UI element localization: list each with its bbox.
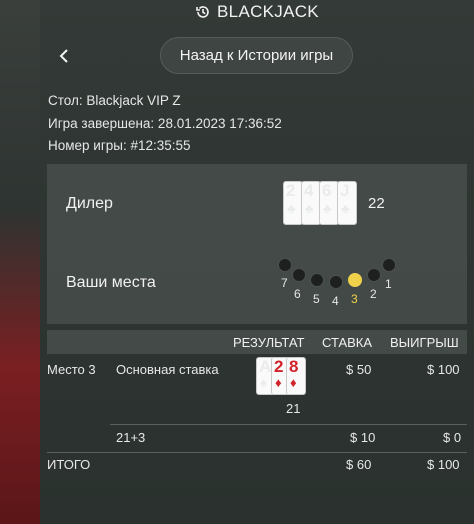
page-title: BLACKJACK	[217, 2, 319, 21]
card-suit: ♠	[260, 375, 267, 390]
seat-marker	[329, 275, 343, 289]
seat-number: 1	[385, 277, 392, 291]
seat-number-active: 3	[351, 292, 358, 306]
card-rank: 4	[304, 181, 314, 200]
row-divider	[47, 452, 467, 453]
dealer-card: 6 ♣	[320, 182, 338, 224]
background-felt-left	[0, 0, 40, 524]
total-label: ИТОГО	[47, 457, 91, 472]
dealer-card: 2 ♣	[284, 182, 302, 224]
card-suit: ♣	[287, 201, 296, 216]
player-card: 8 ♦	[287, 358, 305, 394]
seat-number: 7	[281, 276, 288, 290]
row-win: $ 0	[443, 430, 462, 445]
column-win: ВЫИГРЫШ	[390, 335, 459, 350]
seat-marker	[382, 258, 396, 272]
seat-marker	[367, 268, 381, 282]
row-seat: Место 3	[47, 362, 96, 377]
row-bet: $ 10	[350, 430, 376, 445]
seat-marker	[310, 273, 324, 287]
chevron-left-icon[interactable]	[58, 48, 70, 64]
seat-number: 4	[332, 294, 339, 308]
card-rank: J	[340, 181, 350, 200]
row-divider	[110, 424, 467, 425]
seat-number: 5	[313, 292, 320, 306]
card-rank: 8	[289, 357, 299, 376]
dealer-card: J ♣	[338, 182, 356, 224]
row-win: $ 100	[427, 362, 460, 377]
card-suit: ♣	[341, 201, 350, 216]
history-icon	[196, 6, 209, 18]
your-seats-label: Ваши места	[66, 274, 156, 291]
game-number: Номер игры: #12:35:55	[48, 138, 191, 153]
seat-marker	[278, 258, 292, 272]
dealer-total: 22	[368, 195, 385, 212]
hand-total: 21	[286, 401, 301, 416]
total-win: $ 100	[427, 457, 460, 472]
row-bet-type: 21+3	[116, 430, 146, 445]
dealer-card: 4 ♣	[302, 182, 320, 224]
dealer-label: Дилер	[66, 195, 113, 212]
back-button[interactable]	[52, 44, 76, 68]
row-bet: $ 50	[346, 362, 372, 377]
seat-marker	[292, 268, 306, 282]
seat-marker-active	[348, 273, 362, 287]
card-rank: 2	[286, 181, 296, 200]
total-bet: $ 60	[346, 457, 372, 472]
card-suit: ♦	[290, 375, 297, 390]
game-finished-time: Игра завершена: 28.01.2023 17:36:52	[48, 116, 282, 131]
card-rank: 6	[322, 181, 332, 200]
game-summary-panel	[47, 164, 467, 324]
back-to-history-button[interactable]: Назад к Истории игры	[160, 37, 353, 74]
seat-number: 6	[294, 287, 301, 301]
seat-number: 2	[370, 287, 377, 301]
card-rank: 2	[274, 357, 284, 376]
card-rank: A	[259, 357, 272, 376]
title-bar: BLACKJACK	[40, 0, 474, 24]
column-bet: СТАВКА	[322, 335, 373, 350]
table-name: Стол: Blackjack VIP Z	[48, 93, 181, 108]
row-bet-type: Основная ставка	[116, 362, 219, 377]
card-suit: ♦	[275, 375, 282, 390]
column-result: РЕЗУЛЬТАТ	[233, 335, 305, 350]
card-suit: ♣	[305, 201, 314, 216]
card-suit: ♣	[323, 201, 332, 216]
